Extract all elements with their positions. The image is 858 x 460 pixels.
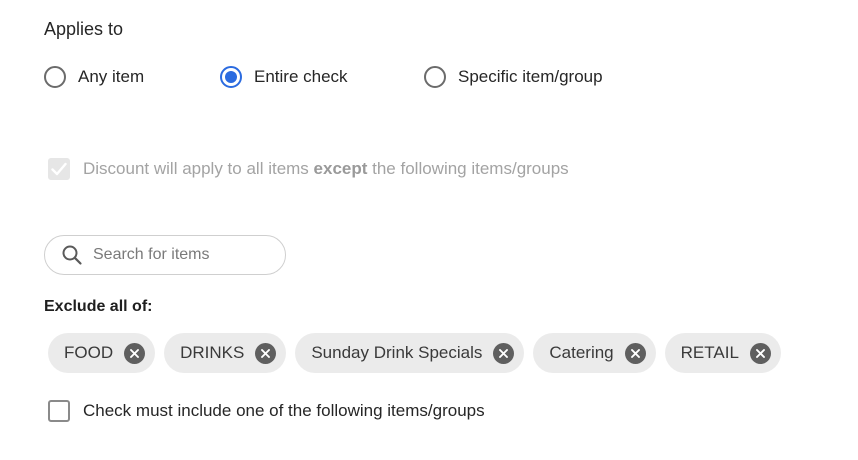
discount-except-label: Discount will apply to all items except … [83, 159, 569, 179]
chip-sunday-drink-specials: Sunday Drink Specials [295, 333, 525, 373]
radio-circle[interactable] [424, 66, 446, 88]
section-title: Applies to [44, 19, 124, 39]
close-circle-icon[interactable] [624, 342, 646, 364]
include-requirement-checkbox[interactable] [48, 400, 70, 422]
discount-except-checkbox-row: Discount will apply to all items except … [48, 158, 569, 180]
radio-any-item[interactable]: Any item [44, 66, 144, 88]
close-circle-icon[interactable] [493, 342, 515, 364]
include-requirement-row: Check must include one of the following … [48, 400, 485, 422]
radio-selected-dot [225, 71, 237, 83]
chip-label: Catering [549, 343, 614, 362]
radio-circle-selected[interactable] [220, 66, 242, 88]
close-circle-icon[interactable] [124, 342, 146, 364]
radio-circle[interactable] [44, 66, 66, 88]
chip-food: FOOD [48, 333, 156, 373]
search-input[interactable] [93, 246, 263, 264]
exclude-all-label: Exclude all of: [44, 298, 153, 315]
chip-label: RETAIL [680, 343, 739, 362]
close-circle-icon[interactable] [255, 342, 277, 364]
discount-except-text-bold: except [313, 159, 368, 178]
chip-retail: RETAIL [664, 333, 781, 373]
search-box[interactable] [44, 235, 286, 275]
chip-drinks: DRINKS [164, 333, 287, 373]
close-circle-icon[interactable] [749, 342, 771, 364]
discount-except-text-after: the following items/groups [367, 159, 569, 178]
include-requirement-label: Check must include one of the following … [83, 401, 485, 420]
chip-catering: Catering [533, 333, 656, 373]
checkmark-icon [51, 162, 67, 176]
search-icon [62, 245, 82, 265]
radio-label-entire-check: Entire check [254, 67, 348, 86]
discount-except-text-before: Discount will apply to all items [83, 159, 314, 178]
radio-label-any-item: Any item [78, 67, 145, 86]
chip-label: DRINKS [180, 343, 245, 362]
exclude-chip-list: FOOD DRINKS Sunday Drink Specials Cateri… [48, 333, 781, 373]
discount-applies-to-panel: Applies to Any item Entire check Specifi… [0, 0, 858, 460]
radio-label-specific-item-group: Specific item/group [458, 67, 603, 86]
discount-except-checkbox[interactable] [48, 158, 70, 180]
chip-label: Sunday Drink Specials [311, 343, 483, 362]
radio-entire-check[interactable]: Entire check [220, 66, 348, 88]
radio-specific-item-group[interactable]: Specific item/group [424, 66, 603, 88]
chip-label: FOOD [64, 343, 114, 362]
